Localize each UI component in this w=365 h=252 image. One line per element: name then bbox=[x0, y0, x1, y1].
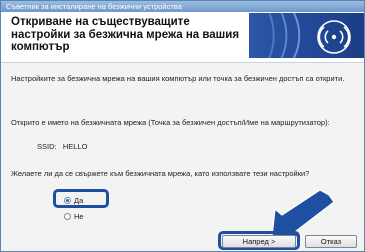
ssid-label: SSID: bbox=[37, 142, 57, 151]
ssid-value: HELLO bbox=[62, 142, 88, 151]
radio-option-yes[interactable]: Да bbox=[64, 196, 83, 205]
cancel-button[interactable]: Отказ bbox=[305, 235, 357, 248]
detected-network-label: Открито е името на безжичната мрежа (Точ… bbox=[11, 118, 330, 127]
wifi-icon bbox=[268, 13, 351, 58]
question-text: Желаете ли да се свържете към безжичната… bbox=[11, 169, 310, 178]
header-divider bbox=[1, 62, 364, 63]
page-title: Откриване на съществуващите настройки за… bbox=[11, 16, 240, 53]
radio-label-no: Не bbox=[74, 212, 84, 221]
title-bar: Съветник за инсталиране на безжични устр… bbox=[1, 1, 364, 12]
wifi-banner bbox=[249, 13, 364, 58]
radio-button-yes[interactable] bbox=[64, 197, 71, 204]
next-button[interactable]: Напред > bbox=[222, 235, 296, 248]
window-title: Съветник за инсталиране на безжични устр… bbox=[6, 2, 182, 11]
ssid-line: SSID: HELLO bbox=[37, 142, 87, 151]
intro-text: Настройките за безжична мрежа на вашия к… bbox=[11, 74, 345, 83]
radio-option-no[interactable]: Не bbox=[64, 212, 84, 221]
radio-button-no[interactable] bbox=[64, 213, 71, 220]
installer-window: Съветник за инсталиране на безжични устр… bbox=[0, 0, 365, 252]
radio-label-yes: Да bbox=[74, 196, 84, 205]
